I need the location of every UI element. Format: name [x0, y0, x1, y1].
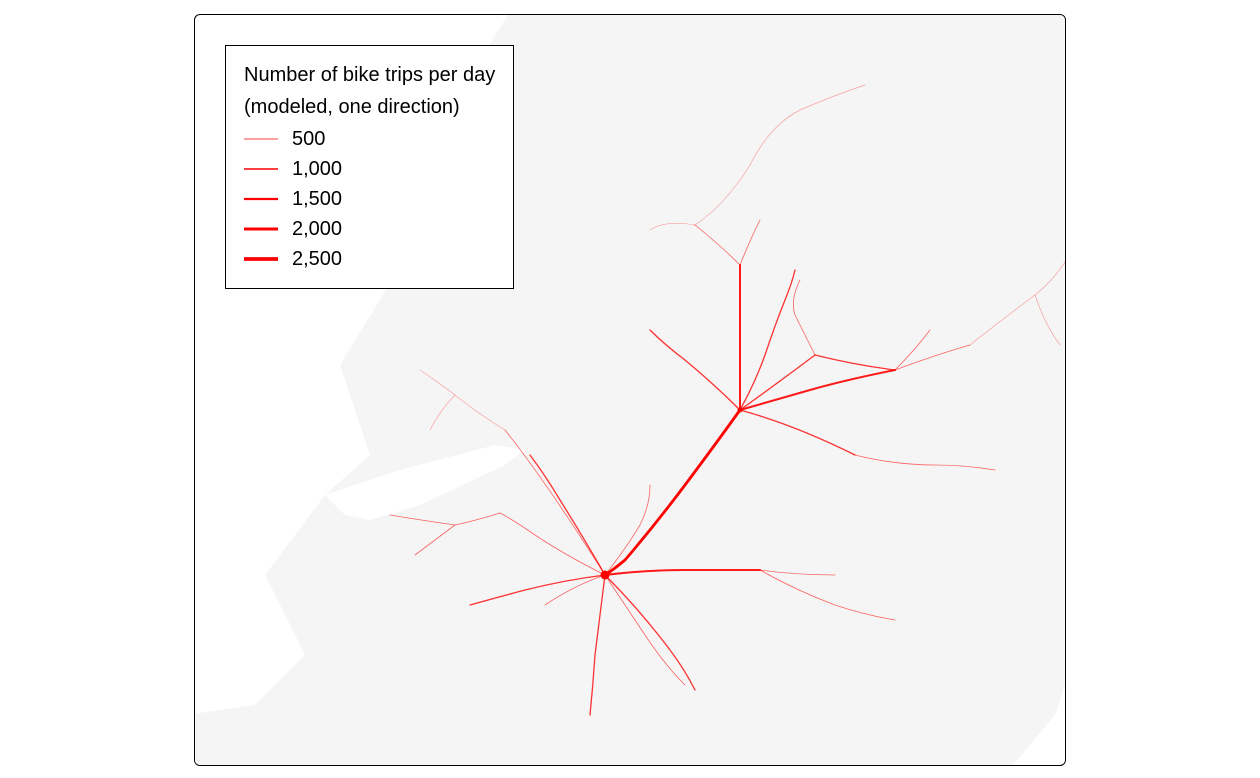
- legend-swatch-2500: [244, 253, 278, 265]
- legend: Number of bike trips per day (modeled, o…: [225, 45, 514, 289]
- legend-label-2500: 2,500: [292, 244, 342, 274]
- legend-swatch-500: [244, 133, 278, 145]
- hub-point: [601, 571, 610, 580]
- legend-item-1500: 1,500: [244, 184, 495, 214]
- legend-label-1000: 1,000: [292, 154, 342, 184]
- legend-item-2000: 2,000: [244, 214, 495, 244]
- legend-label-1500: 1,500: [292, 184, 342, 214]
- legend-title-line1: Number of bike trips per day: [244, 60, 495, 90]
- legend-title-line2: (modeled, one direction): [244, 92, 495, 122]
- legend-swatch-1000: [244, 163, 278, 175]
- legend-label-500: 500: [292, 124, 325, 154]
- legend-item-1000: 1,000: [244, 154, 495, 184]
- legend-swatch-2000: [244, 223, 278, 235]
- legend-item-2500: 2,500: [244, 244, 495, 274]
- legend-swatch-1500: [244, 193, 278, 205]
- legend-item-500: 500: [244, 124, 495, 154]
- legend-label-2000: 2,000: [292, 214, 342, 244]
- map-plot-frame: Number of bike trips per day (modeled, o…: [194, 14, 1066, 766]
